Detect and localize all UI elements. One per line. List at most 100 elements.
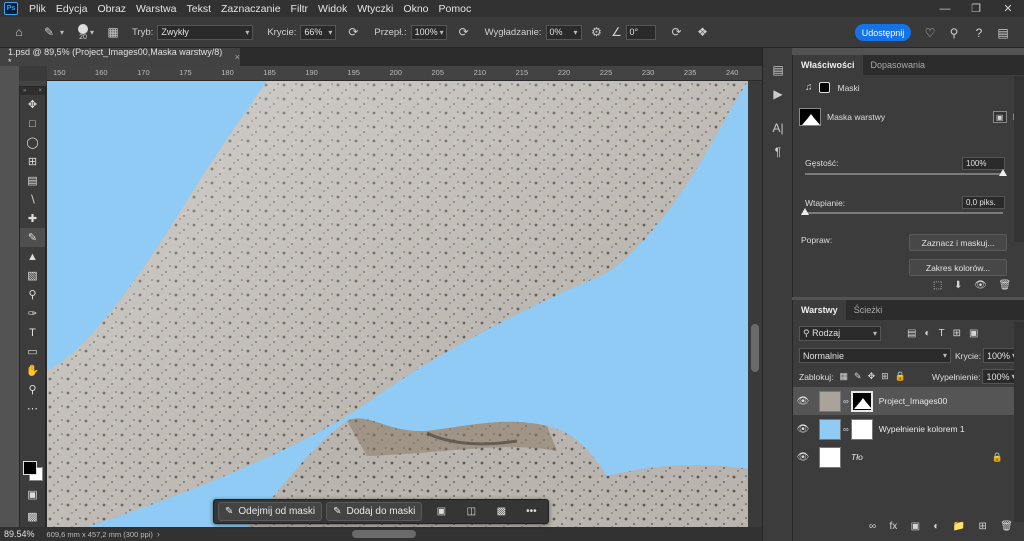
tool-preset-dropdown-icon[interactable]: ▾	[60, 28, 64, 37]
menu-select[interactable]: Zaznaczanie	[216, 3, 286, 15]
layer-style-icon[interactable]: fx	[889, 521, 897, 532]
delete-mask-icon[interactable]: 🗑	[998, 280, 1011, 291]
blend-mode-select[interactable]: Normalnie ▾	[799, 348, 951, 363]
brush-tool-icon[interactable]: ✎	[40, 23, 58, 41]
layer-mask-thumbnail[interactable]	[850, 418, 873, 440]
select-and-mask-button[interactable]: Zaznacz i maskuj...	[909, 234, 1007, 251]
visibility-eye-icon[interactable]: 👁	[793, 396, 813, 407]
help-icon[interactable]: ?	[970, 24, 988, 42]
status-arrow-icon[interactable]: ›	[157, 529, 160, 539]
layer-row-color-fill[interactable]: 👁 ∞ Wypełnienie kolorem 1	[793, 415, 1015, 443]
new-group-icon[interactable]: 📁	[953, 521, 965, 532]
search-icon[interactable]: ⚲	[945, 24, 963, 42]
document-info[interactable]: 609,6 mm x 457,2 mm (300 ppi)	[47, 530, 153, 539]
filter-smart-object-icon[interactable]: ▣	[969, 328, 978, 339]
apply-mask-icon[interactable]: ⬇	[954, 280, 962, 291]
close-window-icon[interactable]: ✕	[993, 0, 1023, 17]
tab-paths[interactable]: Ścieżki	[846, 300, 891, 320]
pixel-mask-icon[interactable]: ♫	[805, 82, 813, 93]
link-icon[interactable]: ∞	[843, 425, 849, 434]
history-icon[interactable]: ▤	[763, 58, 793, 82]
gradient-tool-icon[interactable]: ▧	[20, 266, 45, 285]
pressure-opacity-icon[interactable]: ⟳	[344, 23, 362, 41]
more-tools-icon[interactable]: ⋯	[20, 399, 45, 418]
pressure-size-icon[interactable]: ⟳	[668, 23, 686, 41]
vertical-scroll-thumb[interactable]	[751, 324, 759, 372]
layer-mask-thumbnail[interactable]	[850, 390, 873, 412]
add-to-mask-button[interactable]: ✎ Dodaj do maski	[326, 502, 423, 521]
workspace-icon[interactable]: ▤	[994, 24, 1012, 42]
filter-shape-icon[interactable]: ⊞	[953, 328, 961, 339]
horizontal-scroll-thumb[interactable]	[352, 530, 416, 538]
select-mask-icon[interactable]: ▣	[992, 111, 1007, 123]
visibility-mask-icon[interactable]: 👁	[974, 280, 987, 291]
layer-row-project-images[interactable]: 👁 ∞ Project_Images00	[793, 387, 1015, 415]
lock-transparency-icon[interactable]: ▦	[840, 371, 849, 382]
lasso-tool-icon[interactable]: ◯	[20, 133, 45, 152]
flow-field[interactable]: 100% ▾	[410, 24, 447, 40]
brush-size-dropdown-icon[interactable]: ▾	[90, 28, 94, 37]
tab-properties[interactable]: Właściwości	[793, 55, 863, 75]
lock-artboard-icon[interactable]: ⊞	[881, 371, 889, 382]
menu-filter[interactable]: Filtr	[286, 3, 314, 15]
crop-tool-icon[interactable]: ⊞	[20, 152, 45, 171]
close-icon[interactable]: ×	[38, 88, 42, 94]
density-slider[interactable]	[805, 169, 1007, 176]
tab-layers[interactable]: Warstwy	[793, 300, 846, 320]
mode-select[interactable]: Zwykły ▾	[157, 24, 254, 40]
fill-field[interactable]: 100%▾	[982, 369, 1017, 384]
move-tool-icon[interactable]: ✥	[20, 95, 45, 114]
lock-icon[interactable]: 🔒	[992, 452, 1003, 463]
opacity-field[interactable]: 66% ▾	[300, 24, 337, 40]
symmetry-icon[interactable]: ❖	[694, 23, 712, 41]
disable-mask-icon[interactable]: ◫	[460, 502, 482, 521]
eyedropper-tool-icon[interactable]: ∖	[20, 190, 45, 209]
document-tab[interactable]: 1.psd @ 89,5% (Project_Images00,Maska wa…	[0, 47, 240, 67]
color-range-button[interactable]: Zakres kolorów...	[909, 259, 1007, 276]
hand-tool-icon[interactable]: ✋	[20, 361, 45, 380]
zoom-tool-icon[interactable]: ⚲	[20, 380, 45, 399]
properties-scrollbar[interactable]	[1014, 76, 1024, 242]
subtract-from-mask-button[interactable]: ✎ Odejmij od maski	[218, 502, 323, 521]
brush-preset-picker[interactable]: 20	[78, 23, 89, 41]
menu-image[interactable]: Obraz	[92, 3, 131, 15]
share-button[interactable]: Udostępnij	[855, 24, 911, 41]
restore-icon[interactable]: ❐	[961, 0, 991, 17]
layer-row-background[interactable]: 👁 Tło 🔒	[793, 443, 1015, 471]
invert-mask-icon[interactable]: ▣	[430, 502, 452, 521]
delete-layer-icon[interactable]: 🗑	[1000, 521, 1013, 532]
link-layers-icon[interactable]: ∞	[869, 521, 876, 532]
filter-type-icon[interactable]: T	[939, 328, 945, 339]
menu-help[interactable]: Pomoc	[434, 3, 477, 15]
filter-pixel-icon[interactable]: ▤	[907, 328, 916, 339]
lock-position-icon[interactable]: ✥	[868, 371, 876, 382]
minimize-icon[interactable]: —	[930, 0, 960, 17]
type-tool-icon[interactable]: T	[20, 323, 45, 342]
visibility-eye-icon[interactable]: 👁	[793, 424, 813, 435]
link-icon[interactable]: ∞	[843, 397, 849, 406]
healing-brush-tool-icon[interactable]: ✚	[20, 209, 45, 228]
feather-slider[interactable]	[801, 208, 1003, 215]
layer-filter-select[interactable]: ⚲ Rodzaj ▾	[799, 326, 881, 341]
density-slider-knob[interactable]	[999, 169, 1007, 176]
menu-layer[interactable]: Warstwa	[131, 3, 181, 15]
mask-options-icon[interactable]: ▩	[490, 502, 512, 521]
zoom-level[interactable]: 89.54%	[4, 529, 35, 539]
paragraph-icon[interactable]: ¶	[763, 140, 793, 164]
visibility-eye-icon[interactable]: 👁	[793, 452, 813, 463]
dodge-tool-icon[interactable]: ⚲	[20, 285, 45, 304]
feather-slider-knob[interactable]	[801, 208, 809, 215]
foreground-color-swatch[interactable]	[23, 461, 37, 475]
smoothing-field[interactable]: 0% ▾	[545, 24, 582, 40]
lock-pixels-icon[interactable]: ✎	[854, 371, 862, 382]
smoothing-options-icon[interactable]: ⚙	[588, 23, 606, 41]
menu-window[interactable]: Okno	[398, 3, 433, 15]
feather-field[interactable]: 0,0 piks.	[962, 196, 1005, 209]
load-selection-icon[interactable]: ⬚	[933, 280, 942, 291]
menu-plugins[interactable]: Wtyczki	[352, 3, 398, 15]
vector-mask-icon[interactable]	[818, 82, 830, 93]
pen-tool-icon[interactable]: ✑	[20, 304, 45, 323]
airbrush-icon[interactable]: ⟳	[455, 23, 473, 41]
canvas[interactable]	[47, 81, 748, 527]
object-selection-tool-icon[interactable]: ▤	[20, 171, 45, 190]
